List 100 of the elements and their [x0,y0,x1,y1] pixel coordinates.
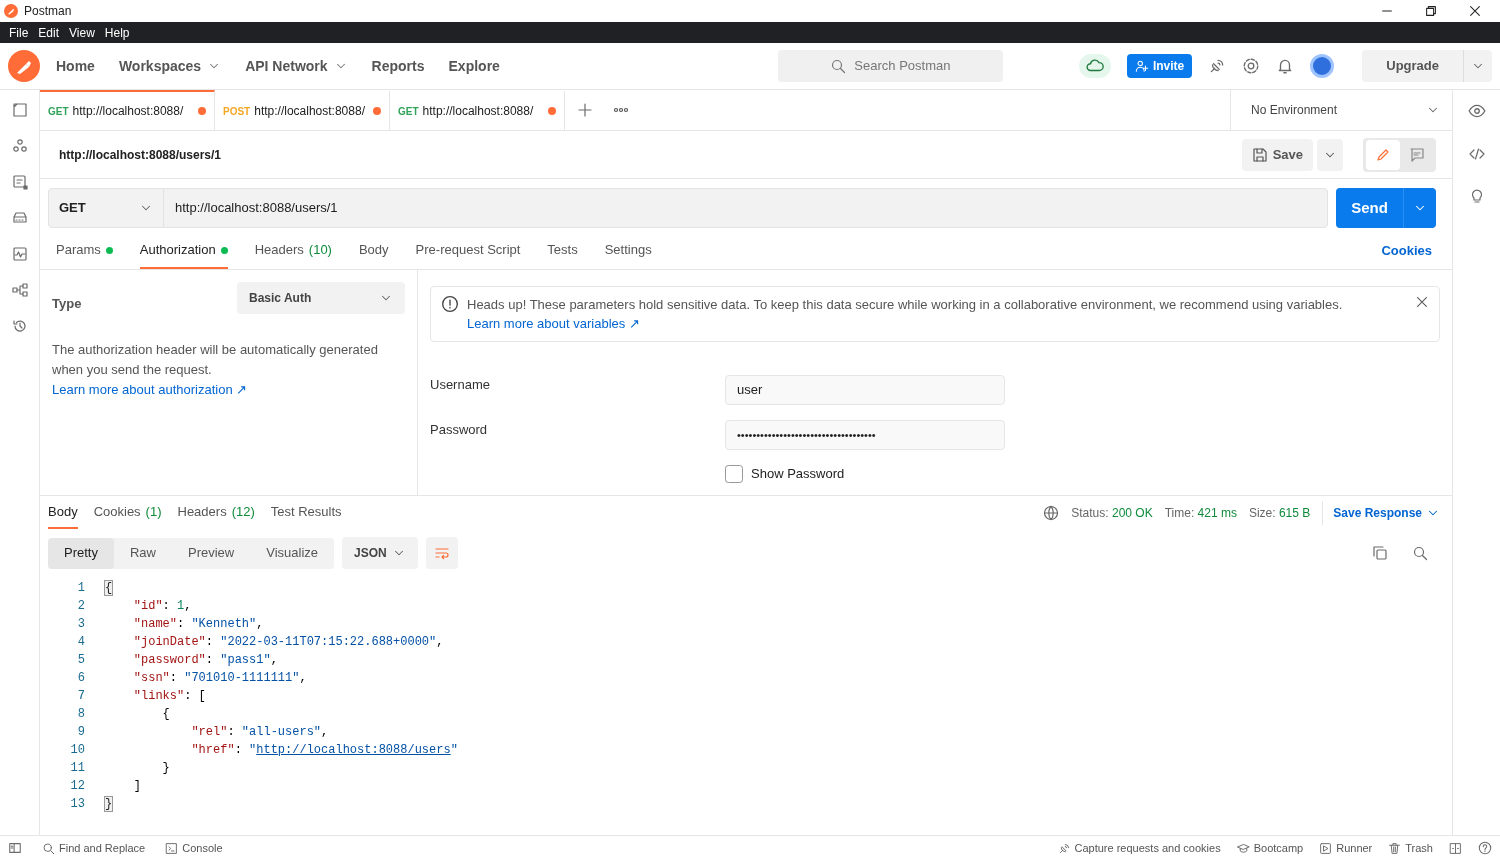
password-field[interactable]: •••••••••••••••••••••••••••••••••••• [725,419,1005,450]
footer-button[interactable]: Trash [1388,839,1433,857]
server-icon[interactable] [11,210,28,226]
request-section-tab[interactable]: Authorization [139,233,228,269]
show-password-checkbox[interactable] [725,464,743,483]
menu-item[interactable]: Help [99,23,135,42]
request-section-tab[interactable]: Settings [604,233,652,269]
eye-icon[interactable] [1467,102,1486,120]
response-tab[interactable]: Cookies (1) [93,496,162,529]
view-tab[interactable]: Raw [113,537,172,569]
line-number: 5 [76,652,85,669]
save-response-button[interactable]: Save Response [1322,500,1440,525]
monitor-icon[interactable] [11,246,28,262]
menu-item[interactable]: Edit [33,23,65,42]
learn-more-link[interactable]: Learn more about variables ↗ [467,316,640,331]
request-section-tab[interactable]: Headers (10) [254,233,332,269]
search-icon [830,58,847,74]
tab-url: http://localhost:8088/ [72,103,184,120]
window-title: Postman [24,3,72,20]
search-icon[interactable] [1412,545,1428,561]
footer-button[interactable]: Capture requests and cookies [1057,839,1221,857]
search-icon [42,841,55,855]
notice-text: Heads up! These parameters hold sensitive data. To keep this data secure while working in a collaborative environment, we recommend using variables. [467,296,1344,314]
request-section-tab[interactable]: Body [358,233,389,269]
footer-button[interactable]: Find and Replace [42,839,146,857]
request-tab[interactable]: GET http://localhost:8088/ [390,90,565,130]
two-pane-icon[interactable] [1449,841,1462,855]
environment-selector[interactable]: No Environment [1230,90,1452,130]
nav-link[interactable]: API Network [233,55,360,77]
response-tab[interactable]: Test Results [270,496,342,529]
code-line: "id": 1, [132,598,192,615]
environment-icon[interactable] [11,174,28,190]
maximize-icon[interactable] [1424,4,1438,18]
checkbox-label: Show Password [751,465,845,483]
close-icon[interactable] [1468,4,1482,18]
line-number: 1 [76,580,85,597]
format-dropdown[interactable]: JSON [342,537,419,569]
avatar[interactable] [1310,54,1335,78]
code-icon[interactable] [1468,146,1485,162]
line-number: 11 [69,760,85,777]
history-icon[interactable] [11,318,28,334]
request-section-tab[interactable]: Pre-request Script [415,233,521,269]
code-line: "href": "http://localhost:8088/users" [190,742,458,759]
settings-icon[interactable] [1242,57,1261,75]
field-label: Username [430,375,491,394]
new-document-icon[interactable] [11,102,28,118]
logo-icon [4,4,18,18]
line-number: 8 [76,706,85,723]
code-line: "joinDate": "2022-03-11T07:15:22.688+0000", [132,634,444,651]
menu-item[interactable]: View [64,23,100,42]
view-tab[interactable]: Preview [172,537,251,569]
save-icon [1251,146,1268,163]
menu-item[interactable]: File [4,23,34,42]
nav-link[interactable]: Home [44,55,107,77]
view-tab[interactable]: Pretty [48,537,114,569]
graduation-cap-icon [1236,841,1250,855]
line-number: 2 [76,598,85,615]
search-field[interactable]: Search Postman [777,50,1003,82]
status-text: Status: 200 OK [1071,504,1153,522]
request-section-tab[interactable]: Tests [547,233,578,269]
request-section-tab[interactable]: Params [56,233,113,269]
cookies-link[interactable]: Cookies [1381,233,1432,269]
code-line: { [161,706,170,723]
code-line: ] [132,778,141,795]
footer-button[interactable]: Runner [1319,839,1373,857]
help-icon[interactable] [1478,841,1492,855]
play-icon [1319,841,1333,855]
code-line: } [161,760,170,777]
nav-link[interactable]: Explore [436,55,512,77]
invite-button[interactable]: Invite [1126,54,1193,78]
request-tab[interactable]: POST http://localhost:8088/ [215,90,390,130]
satellite-icon [1057,841,1071,855]
nav-link[interactable]: Reports [359,55,437,77]
request-tab[interactable]: GET http://localhost:8088/ [40,90,215,130]
learn-more-link[interactable]: Learn more about authorization ↗ [52,381,248,399]
save-button[interactable]: Save [1241,138,1313,171]
http-method: POST [223,104,251,119]
view-tab[interactable]: Visualize [250,537,335,569]
people-icon[interactable] [11,138,28,154]
nav-link[interactable]: Workspaces [106,55,234,77]
status-text: Size: 615 B [1248,504,1311,522]
upgrade-button[interactable]: Upgrade [1362,50,1463,82]
footer-button[interactable]: Bootcamp [1236,839,1304,857]
sidebar-toggle-icon[interactable] [8,841,22,855]
code-line: "ssn": "701010-1111111", [132,670,307,687]
footer-button[interactable]: Console [165,839,223,857]
response-tab[interactable]: Body [48,496,78,529]
flow-icon[interactable] [11,282,28,298]
auth-type-dropdown[interactable]: Basic Auth [237,282,405,314]
code-line: "password": "pass1", [132,652,278,669]
close-icon[interactable] [1415,295,1429,309]
info-icon [441,295,459,313]
line-number: 12 [69,778,85,795]
response-tab[interactable]: Headers (12) [177,496,255,529]
text-field[interactable]: user [725,374,1005,405]
line-number: 3 [76,616,85,633]
tab-url: http://localhost:8088/ [422,103,534,120]
type-label: Type [52,295,82,313]
code-line: "name": "Kenneth", [132,616,264,633]
code-line: "links": [ [132,688,206,705]
